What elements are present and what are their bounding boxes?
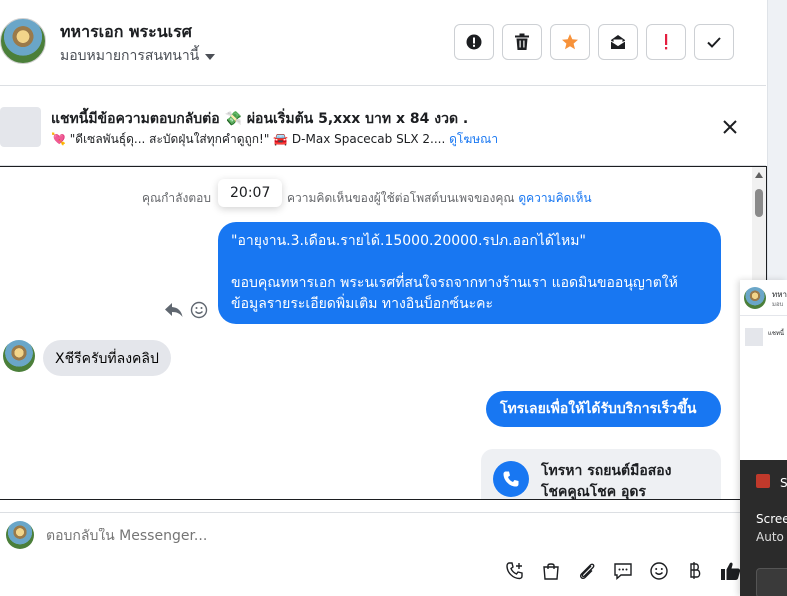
message-line: ขอบคุณทหารเอก พระนเรศที่สนใจรถจากทางร้าน…	[231, 275, 678, 291]
page-avatar	[6, 521, 34, 549]
chevron-down-icon	[205, 54, 216, 60]
incoming-message[interactable]: Xชีรีครับที่ลงคลิป	[43, 340, 171, 376]
shopping-bag-icon[interactable]	[539, 559, 563, 583]
checkmark-icon	[707, 37, 721, 48]
call-card-line: โชคคูณโชค อุดร	[541, 484, 647, 500]
phone-plus-icon[interactable]	[503, 559, 527, 583]
side-ad-text: แชทนี้	[768, 330, 784, 337]
ad-title: แชทนี้มีข้อความตอบกลับต่อ 💸 ผ่อนเริ่มต้น…	[51, 111, 469, 127]
contact-avatar-small	[3, 340, 35, 372]
divider	[740, 315, 787, 316]
call-card-line: โทรหา รถยนต์มือสอง	[541, 463, 672, 479]
close-icon[interactable]	[719, 116, 741, 138]
star-button[interactable]	[550, 24, 590, 60]
message-thread[interactable]: คุณกำลังตอบ ความคิดเห็นของผู้ใช้ต่อโพสต์บ…	[0, 166, 767, 500]
paperclip-icon[interactable]	[575, 559, 599, 583]
exclamation-icon	[665, 34, 668, 50]
reply-composer	[0, 512, 767, 596]
saved-reply-icon[interactable]	[611, 559, 635, 583]
ad-subtitle-row: 💘 "ดีเซลพันธุ์ดุ... สะบัดฝุ่นใส่ทุกคำดูถ…	[51, 130, 498, 149]
payment-baht-icon[interactable]	[683, 559, 707, 583]
app-icon	[756, 474, 770, 488]
star-icon	[562, 34, 578, 50]
outgoing-message[interactable]: โทรเลยเพื่อให้ได้รับบริการเร็วขึ้น	[486, 391, 721, 427]
scrollbar-thumb[interactable]	[755, 189, 763, 217]
inbox-conversation-pane: ทหารเอก พระนเรศ มอบหมายการสนทนานี้ แชทนี…	[0, 0, 767, 596]
overlapping-conversation-window[interactable]: ทหา มอบ แชทนี้ S Scree Auto	[740, 280, 787, 596]
notification-title: S	[780, 476, 787, 490]
emoji-icon[interactable]	[647, 559, 671, 583]
contact-avatar[interactable]	[0, 18, 46, 64]
message-actions	[164, 301, 208, 319]
message-line: ข้อมูลรายระเอียดพิ่มเติม ทางอินบ็อกซ์นะค…	[231, 296, 494, 312]
notification-button[interactable]	[756, 568, 787, 596]
mark-done-button[interactable]	[694, 24, 734, 60]
ad-thumbnail	[745, 328, 763, 346]
reply-input[interactable]	[46, 528, 686, 544]
assign-label: มอบหมายการสนทนานี้	[60, 48, 200, 64]
phone-icon	[493, 461, 529, 497]
view-comment-link[interactable]: ดูความคิดเห็น	[518, 191, 591, 205]
call-now-card[interactable]: โทรหา รถยนต์มือสอง โชคคูณโชค อุดร	[481, 449, 721, 500]
message-line: "อายุงาน.3.เดือน.รายได้.15000.20000.รปภ.…	[231, 233, 586, 249]
contact-name[interactable]: ทหารเอก พระนเรศ	[60, 20, 192, 45]
composer-toolbar	[503, 559, 743, 583]
emoji-react-icon[interactable]	[190, 301, 208, 319]
contact-avatar-small	[744, 287, 766, 309]
envelope-icon	[610, 35, 626, 49]
assign-conversation-dropdown[interactable]: มอบหมายการสนทนานี้	[60, 45, 216, 67]
view-ad-link[interactable]: ดูโฆษณา	[449, 132, 498, 146]
notice-text-after: ความคิดเห็นของผู้ใช้ต่อโพสต์บนเพจของคุณ	[287, 191, 515, 205]
ad-subtitle: 💘 "ดีเซลพันธุ์ดุ... สะบัดฝุ่นใส่ทุกคำดูถ…	[51, 132, 446, 146]
mark-spam-button[interactable]	[454, 24, 494, 60]
screen-capture-notification[interactable]: S Scree Auto	[740, 460, 787, 596]
outgoing-message[interactable]: "อายุงาน.3.เดือน.รายได้.15000.20000.รปภ.…	[218, 222, 721, 324]
comment-reply-notice: คุณกำลังตอบ ความคิดเห็นของผู้ใช้ต่อโพสต์บ…	[142, 189, 592, 208]
ad-thumbnail	[0, 107, 41, 147]
notice-text: คุณกำลังตอบ	[142, 191, 211, 205]
reply-icon[interactable]	[164, 301, 184, 319]
mark-unread-button[interactable]	[598, 24, 638, 60]
scroll-up-arrow-icon[interactable]	[755, 172, 763, 178]
follow-up-button[interactable]	[646, 24, 686, 60]
side-subtitle: มอบ	[772, 301, 784, 308]
alert-circle-icon	[466, 34, 482, 50]
conversation-header: ทหารเอก พระนเรศ มอบหมายการสนทนานี้	[0, 0, 766, 86]
notification-line: Scree	[756, 512, 787, 526]
trash-icon	[515, 33, 529, 50]
timestamp-tooltip: 20:07	[218, 179, 283, 207]
delete-button[interactable]	[502, 24, 542, 60]
ad-context-bar: แชทนี้มีข้อความตอบกลับต่อ 💸 ผ่อนเริ่มต้น…	[0, 86, 766, 166]
notification-line: Auto	[756, 530, 784, 544]
call-card-text: โทรหา รถยนต์มือสอง โชคคูณโชค อุดร	[541, 461, 672, 500]
